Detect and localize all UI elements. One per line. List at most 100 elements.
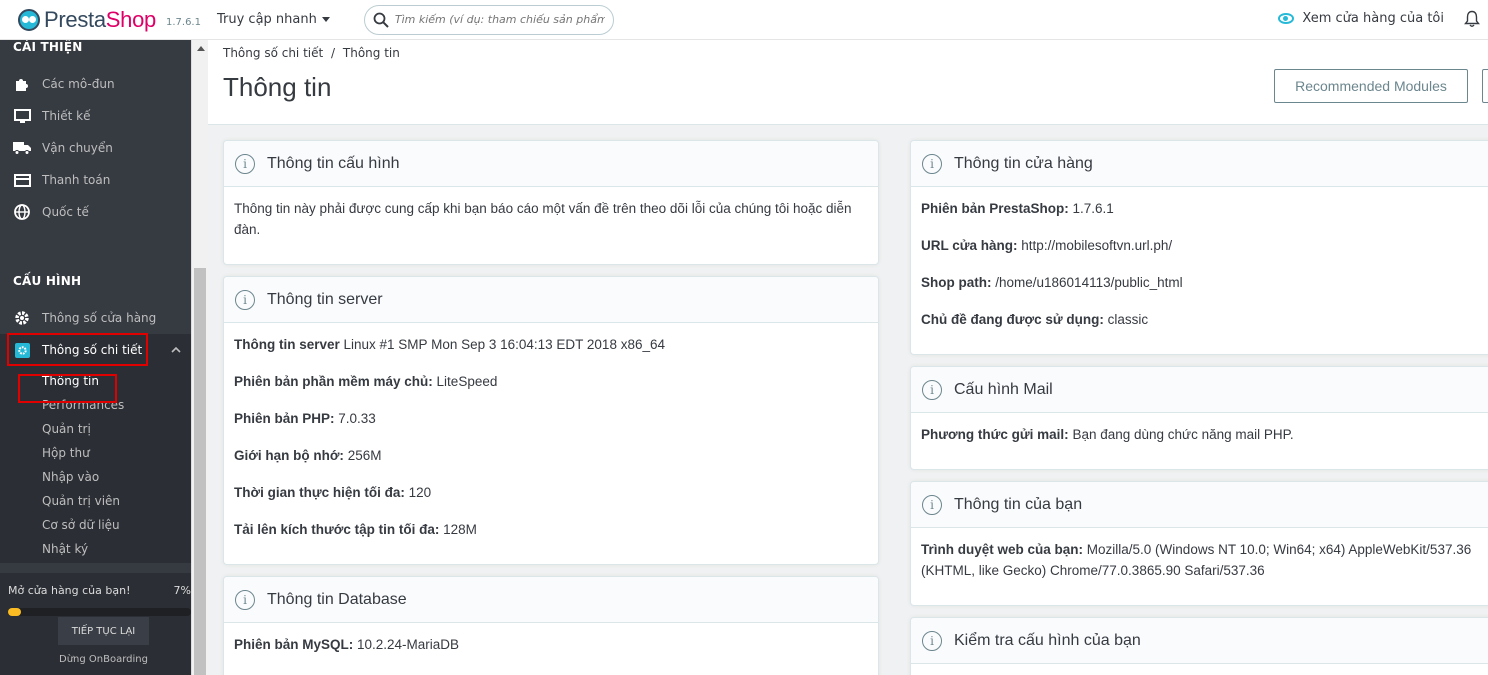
row-label: URL cửa hàng: [921, 238, 1018, 253]
card-title: Thông tin cửa hàng [954, 154, 1093, 172]
chevron-up-icon[interactable] [171, 346, 181, 353]
prestashop-logo[interactable]: PrestaShop [18, 7, 156, 33]
page-header: Thông số chi tiết / Thông tin Thông tin … [208, 40, 1488, 125]
sidebar-item-label: Thiết kế [42, 109, 91, 123]
breadcrumb-item[interactable]: Thông số chi tiết [223, 46, 323, 60]
card-body: Phiên bản PrestaShop: 1.7.6.1 URL cửa hà… [911, 187, 1488, 354]
card-header: i Thông tin Database [224, 577, 878, 623]
row-label: Shop path: [921, 275, 992, 290]
sidebar-subitem-label: Hộp thư [42, 446, 90, 460]
shop-info-card: i Thông tin cửa hàng Phiên bản PrestaShop… [910, 140, 1488, 355]
info-row: URL cửa hàng: http://mobilesoftvn.url.ph… [921, 235, 1488, 256]
card-body: Trình duyệt web của bạn: Mozilla/5.0 (Wi… [911, 528, 1488, 605]
info-row: Phiên bản MySQL: 10.2.24-MariaDB [234, 634, 868, 655]
scroll-up-arrow-icon[interactable] [197, 46, 205, 51]
scrollbar-thumb[interactable] [194, 268, 206, 675]
card-title: Thông tin Database [267, 590, 407, 608]
mail-config-card: i Cấu hình Mail Phương thức gửi mail: Bạn… [910, 366, 1488, 470]
card-title: Cấu hình Mail [954, 380, 1053, 398]
sidebar-item-label: Vận chuyển [42, 141, 113, 155]
info-icon: i [922, 379, 942, 400]
puffin-logo-icon [18, 8, 40, 31]
row-label: Giới hạn bộ nhớ: [234, 448, 344, 463]
card-header: i Thông tin cấu hình [224, 141, 878, 187]
row-label: Phiên bản PrestaShop: [921, 201, 1069, 216]
row-value: classic [1103, 312, 1149, 327]
top-bar: PrestaShop 1.7.6.1 Truy cập nhanh Xem cử… [0, 0, 1488, 40]
quick-access-label: Truy cập nhanh [216, 12, 317, 27]
card-title: Kiểm tra cấu hình của bạn [954, 631, 1141, 649]
check-config-card: i Kiểm tra cấu hình của bạn [910, 617, 1488, 675]
continue-onboarding-button[interactable]: TIẾP TỤC LẠI [58, 617, 149, 645]
sidebar-item-label: Các mô-đun [42, 77, 115, 91]
row-value: 128M [439, 522, 477, 537]
card-header: i Thông tin của bạn [911, 482, 1488, 528]
card-body: Thông tin server Linux #1 SMP Mon Sep 3 … [224, 323, 878, 564]
card-header: i Cấu hình Mail [911, 367, 1488, 413]
card-title: Thông tin của bạn [954, 495, 1083, 513]
info-row: Tải lên kích thước tập tin tối đa: 128M [234, 519, 868, 540]
globe-icon [13, 203, 31, 221]
search-icon [373, 12, 389, 28]
info-row: Phiên bản PrestaShop: 1.7.6.1 [921, 198, 1488, 219]
row-label: Tải lên kích thước tập tin tối đa: [234, 522, 440, 537]
row-value: http://mobilesoftvn.url.ph/ [1017, 238, 1173, 253]
info-icon: i [235, 589, 255, 610]
onboarding-percent: 7% [173, 584, 191, 597]
puzzle-icon [13, 75, 31, 93]
sidebar-item-shop-parameters[interactable]: Thông số cửa hàng [0, 302, 191, 334]
help-button[interactable] [1482, 69, 1488, 103]
row-value: Bạn đang dùng chức năng mail PHP. [1068, 427, 1294, 442]
sidebar-item-payment[interactable]: Thanh toán [0, 164, 191, 196]
card-header: i Thông tin server [224, 277, 878, 323]
sidebar-item-modules[interactable]: Các mô-đun [0, 68, 191, 100]
sidebar-subitem-label: Nhật ký [42, 542, 89, 556]
highlight-box [7, 333, 148, 366]
recommended-modules-button[interactable]: Recommended Modules [1274, 69, 1468, 103]
onboarding-panel: Mở cửa hàng của bạn! 7% TIẾP TỤC LẠI Dừn… [0, 573, 191, 675]
your-info-card: i Thông tin của bạn Trình duyệt web của b… [910, 481, 1488, 606]
page-title: Thông tin [223, 72, 332, 102]
database-info-card: i Thông tin Database Phiên bản MySQL: 10.… [223, 576, 879, 675]
card-title: Thông tin server [267, 290, 383, 308]
sidebar-item-design[interactable]: Thiết kế [0, 100, 191, 132]
logo-text: PrestaShop [44, 6, 156, 32]
card-text: Thông tin này phải được cung cấp khi bạn… [234, 201, 852, 237]
gear-icon [13, 309, 31, 327]
sidebar-scrollbar[interactable] [191, 40, 208, 675]
sidebar-subitem-logs[interactable]: Nhật ký [0, 537, 191, 561]
section-config-title: CẤU HÌNH [13, 274, 82, 288]
sidebar-subitem-label: Quản trị viên [42, 494, 121, 508]
info-icon: i [235, 153, 255, 174]
sidebar-subitem-label: Nhập vào [42, 470, 100, 484]
search-input[interactable] [394, 13, 605, 26]
view-my-shop-link[interactable]: Xem cửa hàng của tôi [1278, 11, 1444, 26]
sidebar-subitem-database[interactable]: Cơ sở dữ liệu [0, 513, 191, 537]
view-shop-label: Xem cửa hàng của tôi [1302, 11, 1444, 26]
row-value: 7.0.33 [334, 411, 376, 426]
info-row: Trình duyệt web của bạn: Mozilla/5.0 (Wi… [921, 539, 1488, 581]
sidebar-item-international[interactable]: Quốc tế [0, 196, 191, 228]
eye-icon [1278, 13, 1295, 24]
row-label: Phiên bản MySQL: [234, 637, 354, 652]
breadcrumb-item: Thông tin [342, 46, 400, 60]
info-row: Phiên bản phần mềm máy chủ: LiteSpeed [234, 371, 868, 392]
quick-access-dropdown[interactable]: Truy cập nhanh [217, 12, 330, 27]
stop-onboarding-link[interactable]: Dừng OnBoarding [0, 654, 191, 665]
sidebar-subitem-email[interactable]: Hộp thư [0, 441, 191, 465]
row-value: 120 [404, 485, 432, 500]
search-box[interactable] [363, 4, 614, 35]
info-icon: i [235, 289, 255, 310]
row-label: Trình duyệt web của bạn: [921, 542, 1084, 557]
section-improve-title: CẢI THIỆN [13, 40, 83, 54]
row-label: Thông tin server [234, 337, 340, 352]
sidebar-subitem-administration[interactable]: Quản trị [0, 417, 191, 441]
info-icon: i [922, 494, 942, 515]
sidebar-item-shipping[interactable]: Vận chuyển [0, 132, 191, 164]
sidebar-subitem-import[interactable]: Nhập vào [0, 465, 191, 489]
sidebar-item-label: Thanh toán [42, 173, 111, 187]
info-row: Phương thức gửi mail: Bạn đang dùng chức… [921, 424, 1488, 445]
sidebar-subitem-employees[interactable]: Quản trị viên [0, 489, 191, 513]
info-row: Giới hạn bộ nhớ: 256M [234, 445, 868, 466]
bell-icon[interactable] [1464, 10, 1480, 28]
